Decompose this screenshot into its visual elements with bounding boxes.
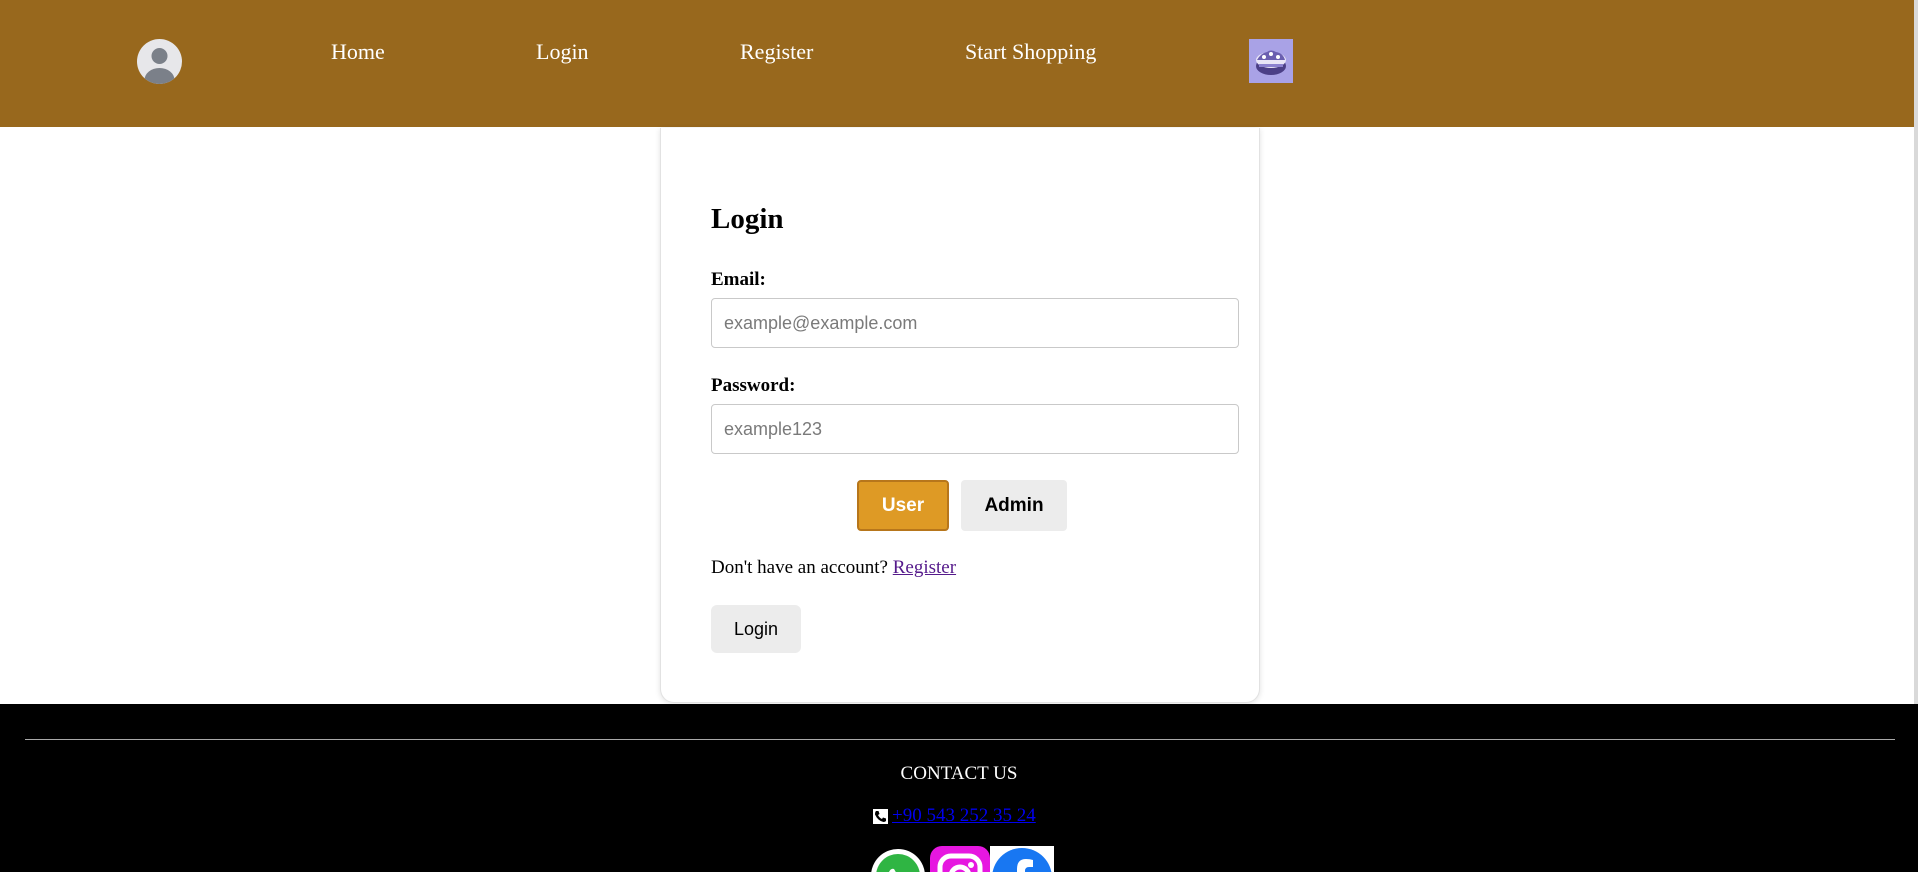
login-submit-button[interactable]: Login	[711, 605, 801, 653]
nav-start-shopping-link[interactable]: Start Shopping	[965, 38, 1096, 66]
nav-register-link[interactable]: Register	[740, 38, 813, 66]
footer-divider	[25, 739, 1895, 740]
contact-heading: CONTACT US	[900, 763, 1018, 784]
register-prompt: Don't have an account? Register	[711, 557, 956, 579]
whatsapp-icon[interactable]	[870, 846, 930, 872]
password-label: Password:	[711, 375, 796, 396]
no-account-text: Don't have an account?	[711, 557, 888, 578]
nav-home-link[interactable]: Home	[331, 38, 385, 66]
nav-login-link[interactable]: Login	[536, 38, 589, 66]
password-input[interactable]	[711, 404, 1239, 454]
scrollbar[interactable]	[1914, 0, 1918, 704]
login-title: Login	[711, 203, 784, 235]
register-link[interactable]: Register	[893, 557, 956, 578]
login-card: Login Email: Password: User Admin Don't …	[660, 128, 1260, 703]
phone-link[interactable]: +90 543 252 35 24	[892, 804, 1036, 828]
email-label: Email:	[711, 269, 766, 290]
role-admin-button[interactable]: Admin	[961, 480, 1067, 531]
instagram-icon[interactable]	[930, 846, 990, 872]
email-input[interactable]	[711, 298, 1239, 348]
user-avatar-icon[interactable]	[137, 39, 182, 84]
site-footer: CONTACT US +90 543 252 35 24	[0, 704, 1918, 872]
site-header: Home Login Register Start Shopping	[0, 0, 1918, 127]
social-links	[870, 846, 1054, 872]
facebook-icon[interactable]	[990, 846, 1054, 872]
cake-logo-icon[interactable]	[1249, 39, 1293, 83]
phone-row: +90 543 252 35 24	[872, 804, 1036, 828]
phone-icon	[872, 807, 889, 825]
role-user-button[interactable]: User	[857, 480, 949, 531]
